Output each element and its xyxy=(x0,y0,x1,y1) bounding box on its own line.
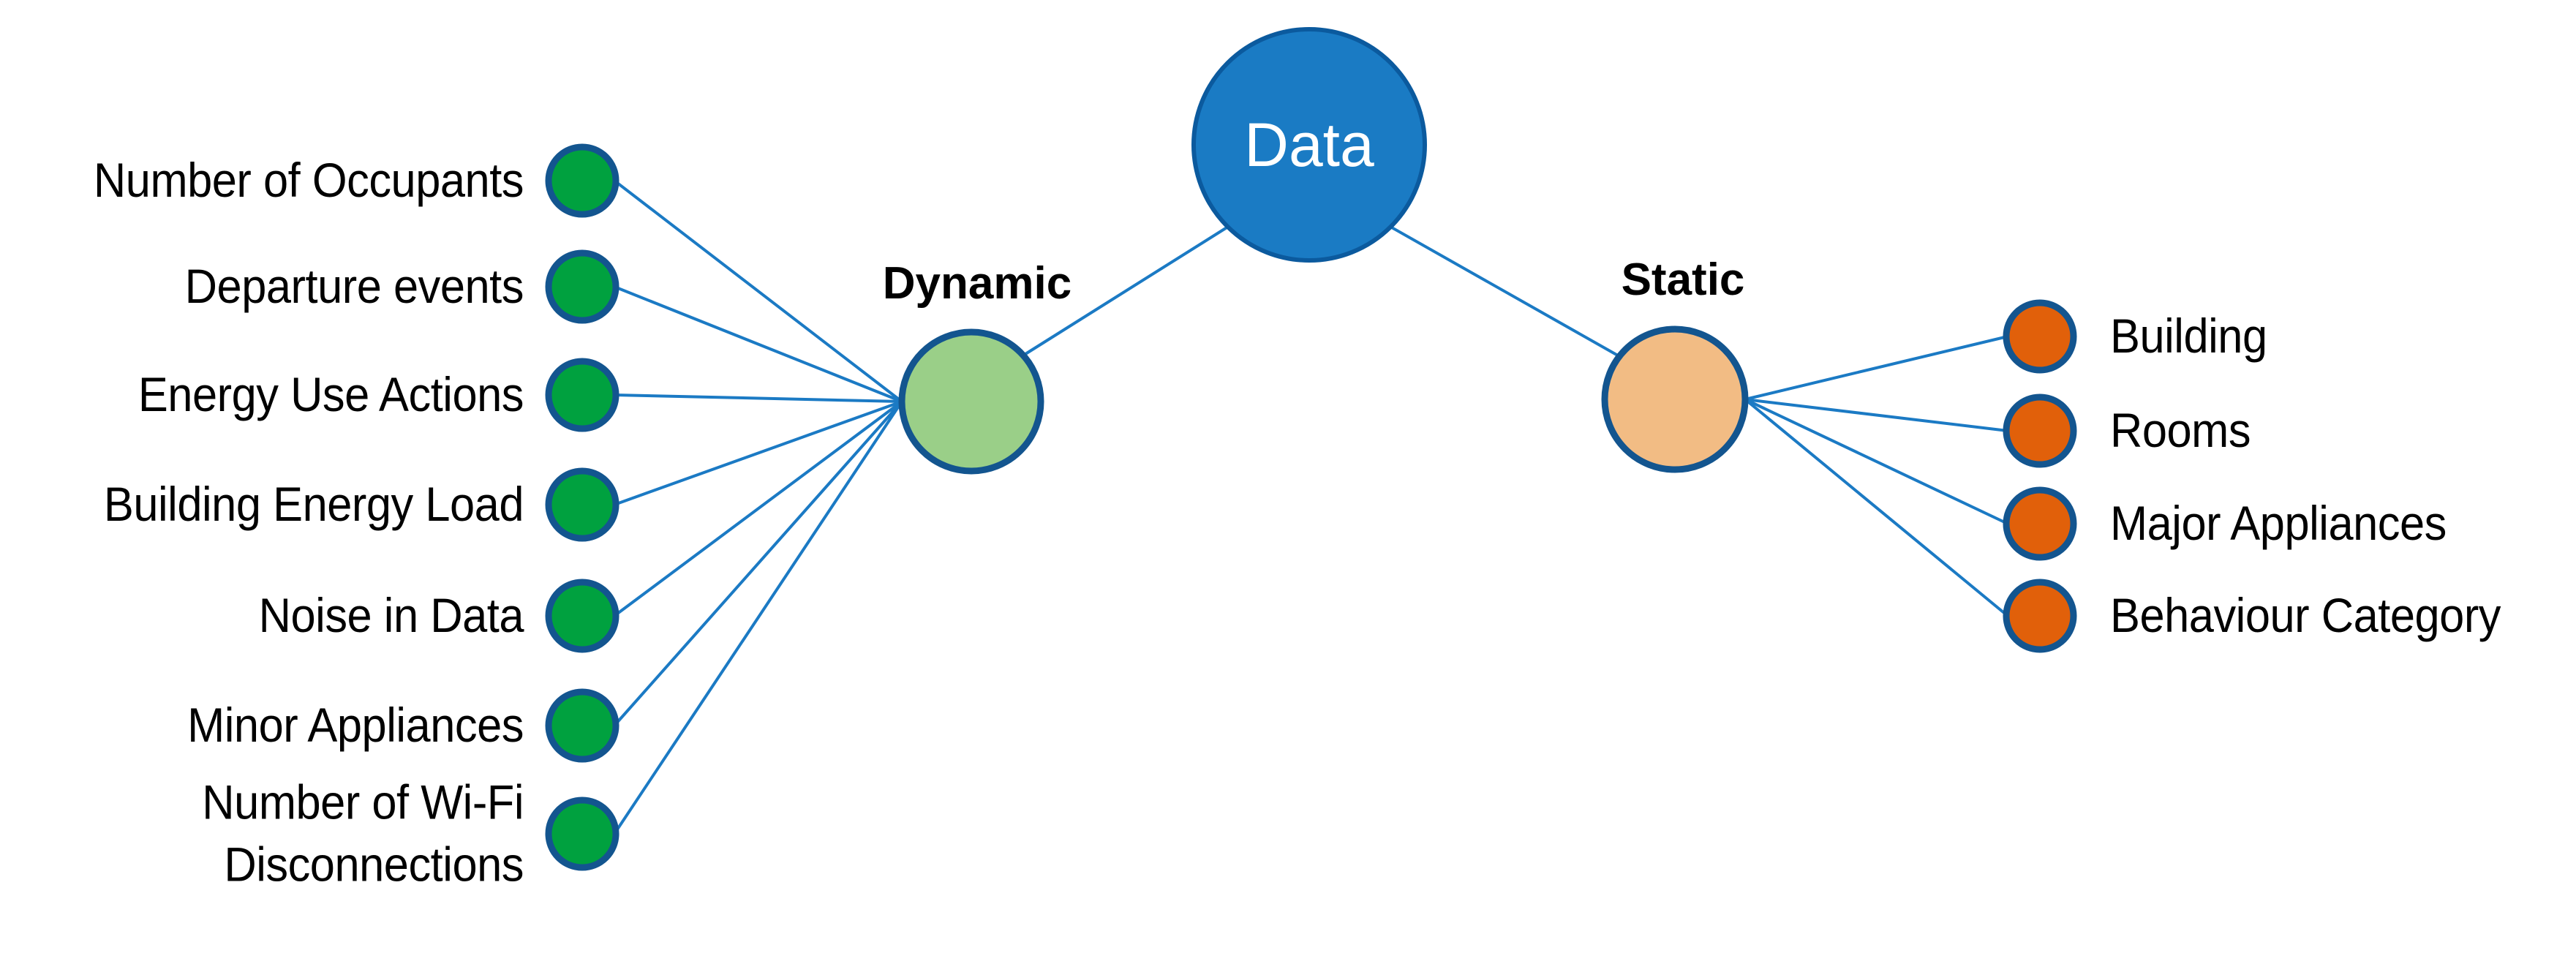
leaf-label-dynamic-3: Building Energy Load xyxy=(104,477,524,532)
leaf-node-dynamic-1[interactable] xyxy=(545,249,619,324)
leaf-node-dynamic-3[interactable] xyxy=(545,467,619,542)
leaf-node-dynamic-6[interactable] xyxy=(545,797,619,871)
diagram-root: Data Dynamic Number of Occupants Departure … xyxy=(0,0,2576,964)
leaf-node-static-1[interactable] xyxy=(2003,393,2077,468)
branch-node-static[interactable] xyxy=(1601,325,1749,473)
root-node-label: Data xyxy=(1244,110,1374,179)
leaf-label-dynamic-4: Noise in Data xyxy=(259,588,524,643)
leaf-node-static-0[interactable] xyxy=(2003,299,2077,374)
branch-label-static: Static xyxy=(1622,255,1745,305)
leaf-node-dynamic-4[interactable] xyxy=(545,579,619,653)
leaf-node-static-3[interactable] xyxy=(2003,579,2077,653)
leaf-node-dynamic-5[interactable] xyxy=(545,688,619,763)
leaf-label-dynamic-1: Departure events xyxy=(185,259,524,314)
leaf-label-dynamic-6: Disconnections xyxy=(224,837,524,892)
leaf-label-dynamic-0: Number of Occupants xyxy=(94,153,524,208)
leaf-node-dynamic-2[interactable] xyxy=(545,358,619,432)
leaf-label-static-1: Rooms xyxy=(2110,403,2251,458)
diagram-canvas: Data Dynamic Number of Occupants Departure … xyxy=(0,0,2576,964)
leaf-label-static-2: Major Appliances xyxy=(2110,496,2447,551)
leaf-label-dynamic-5: Minor Appliances xyxy=(187,698,524,753)
leaf-node-static-2[interactable] xyxy=(2003,486,2077,561)
leaf-label-static-0: Building xyxy=(2110,309,2267,364)
leaf-node-dynamic-0[interactable] xyxy=(545,143,619,218)
branch-node-dynamic[interactable] xyxy=(898,328,1044,475)
branch-label-dynamic: Dynamic xyxy=(883,258,1072,309)
leaf-label-dynamic-2: Energy Use Actions xyxy=(138,367,524,422)
leaf-label-dynamic-6: Number of Wi-Fi xyxy=(202,775,524,829)
leaf-label-static-3: Behaviour Category xyxy=(2110,588,2501,643)
